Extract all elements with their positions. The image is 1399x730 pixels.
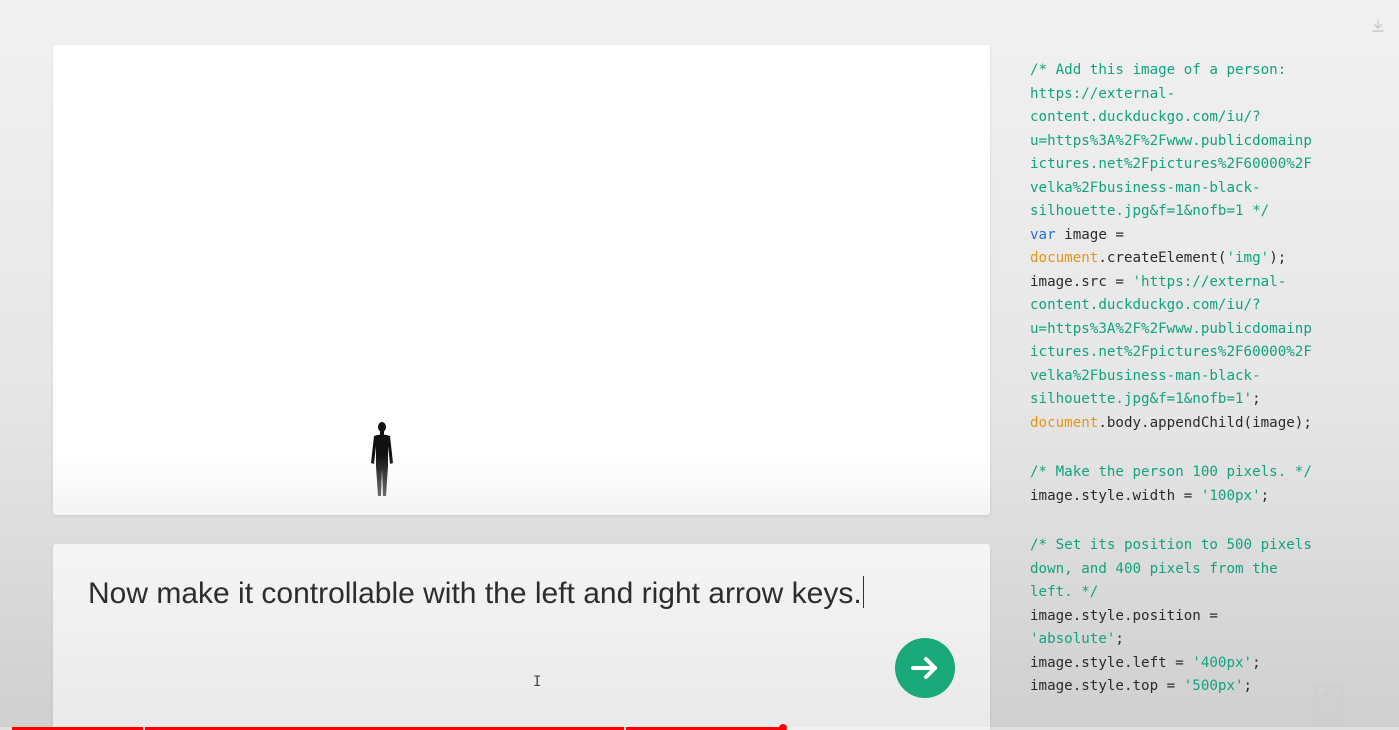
prompt-input[interactable]: Now make it controllable with the left a…: [88, 572, 888, 615]
code-token-comment: down, and 400 pixels from the: [1030, 560, 1278, 577]
code-token-comment: /* Make the person 100 pixels. */: [1030, 464, 1312, 480]
code-token-plain: image.style.width =: [1030, 487, 1201, 504]
code-line: image.style.position =: [1030, 605, 1360, 629]
arrow-right-icon: [911, 657, 937, 679]
code-token-plain: );: [1269, 250, 1287, 266]
code-token-string: velka%2Fbusiness-man-black-: [1030, 367, 1261, 384]
code-token-builtin: document: [1030, 414, 1099, 431]
text-cursor-icon: I: [533, 674, 542, 690]
code-line: ictures.net%2Fpictures%2F60000%2F: [1030, 341, 1360, 365]
code-token-string: u=https%3A%2F%2Fwww.publicdomainp: [1030, 320, 1312, 337]
code-token-string: '500px': [1183, 678, 1244, 694]
code-line: silhouette.jpg&f=1&nofb=1';: [1030, 388, 1360, 412]
openai-logo-icon: [1305, 683, 1353, 727]
code-token-plain: ;: [1260, 487, 1270, 504]
code-token-comment: velka%2Fbusiness-man-black-: [1030, 179, 1261, 196]
code-token-comment: left. */: [1030, 584, 1099, 600]
code-token-plain: .body.appendChild(image);: [1098, 414, 1312, 431]
code-line: velka%2Fbusiness-man-black-: [1030, 177, 1360, 201]
code-token-plain: image.style.left =: [1030, 654, 1193, 671]
code-token-string: 'https://external-: [1132, 273, 1287, 290]
code-token-plain: ;: [1252, 391, 1261, 407]
code-line: document.createElement('img');: [1030, 247, 1360, 271]
code-token-plain: image.src =: [1030, 273, 1133, 290]
code-token-comment: silhouette.jpg&f=1&nofb=1 */: [1030, 203, 1270, 219]
code-line: ictures.net%2Fpictures%2F60000%2F: [1030, 153, 1360, 177]
output-preview-panel: [53, 45, 990, 515]
code-token-string: 'absolute': [1030, 631, 1116, 647]
video-scrubber-handle[interactable]: [779, 724, 787, 730]
code-line: silhouette.jpg&f=1&nofb=1 */: [1030, 200, 1360, 224]
code-token-plain: image =: [1055, 226, 1124, 243]
person-silhouette-image: [371, 422, 393, 496]
code-token-plain: ;: [1115, 631, 1124, 647]
code-token-plain: image.style.top =: [1030, 678, 1184, 694]
code-token-keyword: var: [1030, 226, 1056, 243]
code-token-comment: /* Add this image of a person:: [1030, 62, 1287, 78]
code-line: u=https%3A%2F%2Fwww.publicdomainp: [1030, 318, 1360, 342]
code-token-plain: ;: [1252, 654, 1261, 671]
code-token-string: ictures.net%2Fpictures%2F60000%2F: [1030, 344, 1312, 360]
code-line: image.src = 'https://external-: [1030, 271, 1360, 295]
code-line: content.duckduckgo.com/iu/?: [1030, 294, 1360, 318]
code-line: document.body.appendChild(image);: [1030, 412, 1360, 436]
code-line: velka%2Fbusiness-man-black-: [1030, 365, 1360, 389]
code-line: content.duckduckgo.com/iu/?: [1030, 106, 1360, 130]
generated-code-panel: /* Add this image of a person: https://ex…: [1030, 59, 1360, 699]
code-token-string: 'img': [1226, 250, 1270, 266]
prompt-input-panel[interactable]: Now make it controllable with the left a…: [53, 544, 990, 730]
code-line: /* Make the person 100 pixels. */: [1030, 461, 1360, 485]
code-line: image.style.width = '100px';: [1030, 485, 1360, 509]
code-token-string: '100px': [1200, 487, 1261, 504]
preview-bottom-fade: [53, 455, 990, 515]
code-token-builtin: document: [1030, 250, 1099, 266]
code-token-comment: https://external-: [1030, 85, 1176, 102]
code-token-plain: ;: [1243, 678, 1253, 694]
code-line: u=https%3A%2F%2Fwww.publicdomainp: [1030, 130, 1360, 154]
code-token-string: '400px': [1192, 654, 1253, 671]
code-token-comment: ictures.net%2Fpictures%2F60000%2F: [1030, 156, 1312, 172]
code-token-comment: /* Set its position to 500 pixels: [1030, 537, 1312, 553]
code-line: var image =: [1030, 224, 1360, 248]
code-token-comment: content.duckduckgo.com/iu/?: [1030, 109, 1261, 125]
prompt-text: Now make it controllable with the left a…: [88, 577, 862, 610]
code-token-plain: .createElement(: [1098, 250, 1227, 266]
code-line: https://external-: [1030, 83, 1360, 107]
submit-button[interactable]: [895, 638, 955, 698]
code-line: left. */: [1030, 581, 1360, 605]
download-icon[interactable]: [1370, 18, 1386, 34]
code-token-string: silhouette.jpg&f=1&nofb=1': [1030, 391, 1253, 407]
code-line: down, and 400 pixels from the: [1030, 558, 1360, 582]
code-token-plain: image.style.position =: [1030, 607, 1218, 624]
code-line: /* Set its position to 500 pixels: [1030, 534, 1360, 558]
text-caret: [862, 576, 864, 608]
code-line: /* Add this image of a person:: [1030, 59, 1360, 83]
code-line: image.style.left = '400px';: [1030, 652, 1360, 676]
code-line: 'absolute';: [1030, 628, 1360, 652]
code-token-comment: u=https%3A%2F%2Fwww.publicdomainp: [1030, 132, 1312, 149]
code-token-string: content.duckduckgo.com/iu/?: [1030, 297, 1261, 313]
